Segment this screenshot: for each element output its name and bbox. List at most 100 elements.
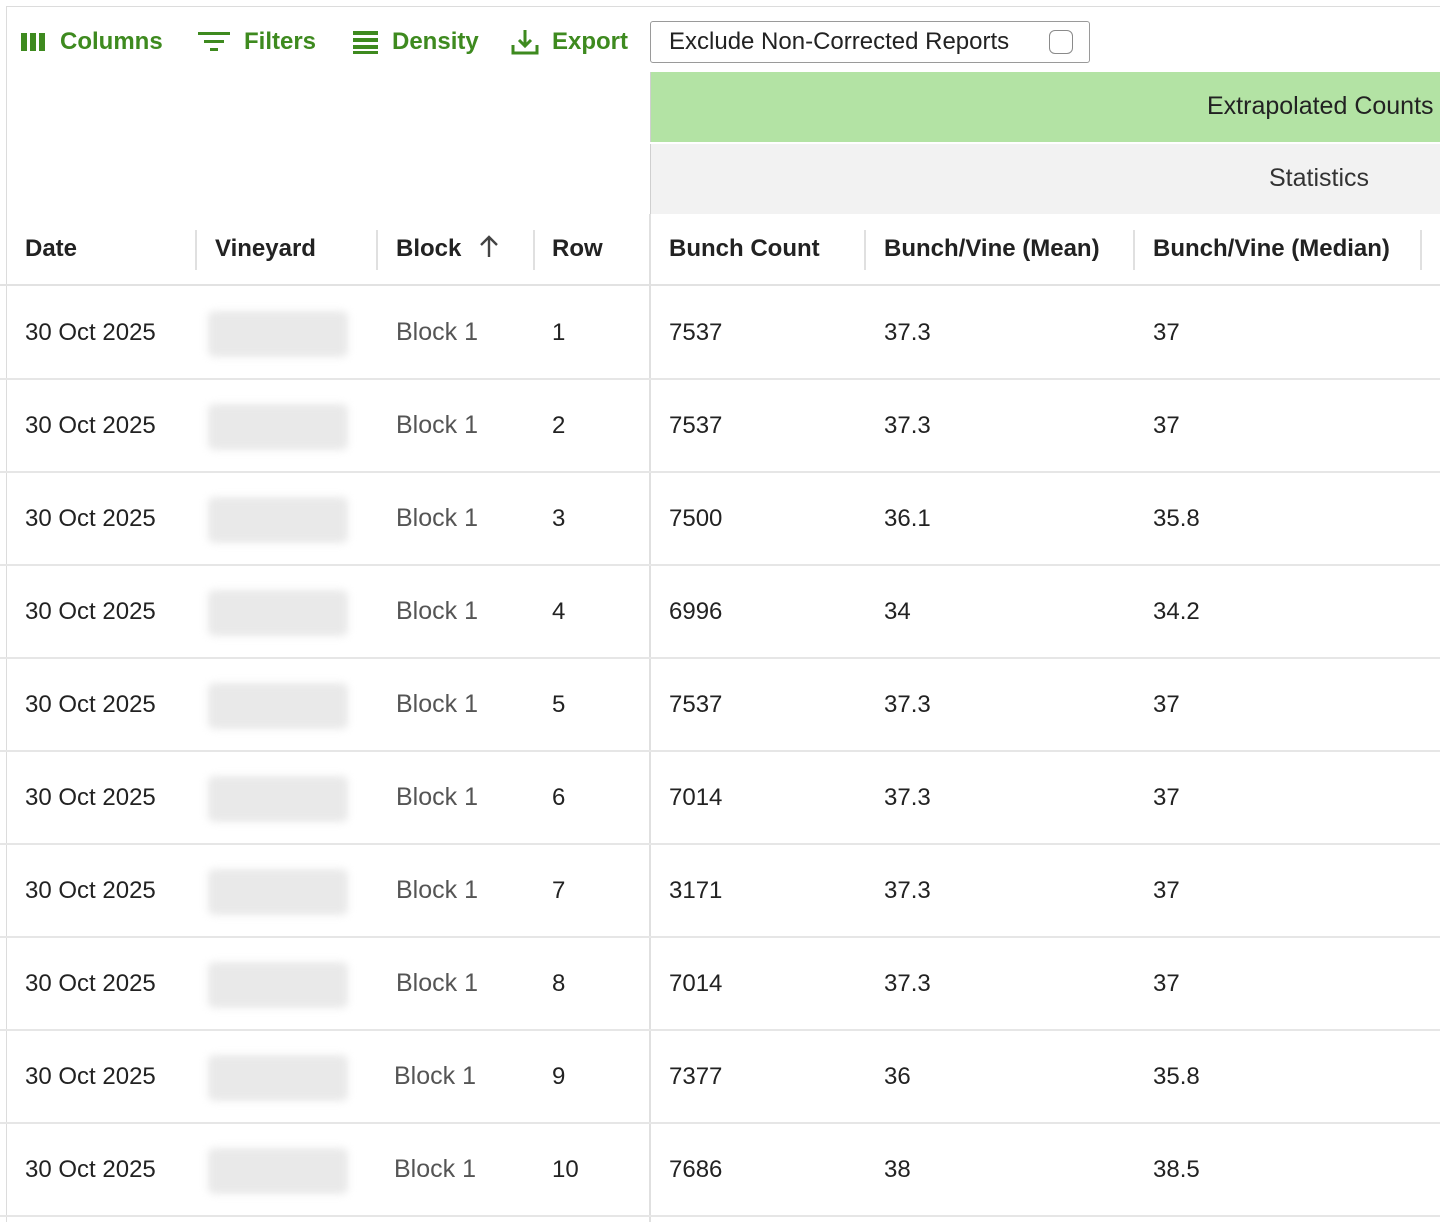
cell-mean: 34: [884, 597, 911, 625]
column-separator[interactable]: [376, 230, 378, 270]
redacted-vineyard: [208, 1148, 348, 1194]
redacted-vineyard: [208, 590, 348, 636]
column-header-row-label: Row: [552, 235, 603, 262]
cell-date: 30 Oct 2025: [25, 1062, 156, 1090]
redacted-vineyard: [208, 311, 348, 357]
density-label: Density: [392, 28, 479, 55]
redacted-vineyard: [208, 962, 348, 1008]
column-header-bunch-vine-median[interactable]: Bunch/Vine (Median): [1153, 214, 1390, 284]
sort-ascending-icon[interactable]: [477, 233, 501, 266]
column-header-bunch-count[interactable]: Bunch Count: [669, 214, 820, 284]
filters-button[interactable]: Filters: [196, 22, 316, 62]
cell-row: 5: [552, 690, 566, 718]
table-row[interactable]: 30 Oct 2025 Block 1 2 7537 37.3 37: [0, 380, 1440, 473]
cell-block: Block 1: [396, 318, 478, 346]
cell-bunch-count: 7537: [669, 411, 723, 439]
cell-row: 8: [552, 969, 566, 997]
cell-block: Block 1: [394, 1155, 476, 1183]
column-header-block[interactable]: Block: [396, 214, 501, 284]
cell-mean: 37.3: [884, 318, 931, 346]
column-separator[interactable]: [1420, 230, 1422, 270]
table-row[interactable]: 30 Oct 2025 Block 1 7 3171 37.3 37: [0, 845, 1440, 938]
cell-date: 30 Oct 2025: [25, 783, 156, 811]
grid-toolbar: Columns Filters Density Export Exclude N…: [0, 0, 1440, 72]
cell-block: Block 1: [396, 783, 478, 811]
table-row[interactable]: 30 Oct 2025 Block 1 5 7537 37.3 37: [0, 659, 1440, 752]
cell-date: 30 Oct 2025: [25, 504, 156, 532]
density-button[interactable]: Density: [352, 22, 479, 62]
table-row[interactable]: 30 Oct 2025 Block 1 4 6996 34 34.2: [0, 566, 1440, 659]
cell-bunch-count: 7377: [669, 1062, 723, 1090]
table-row[interactable]: 30 Oct 2025 Block 1 3 7500 36.1 35.8: [0, 473, 1440, 566]
column-header-bunch-vine-mean[interactable]: Bunch/Vine (Mean): [884, 214, 1100, 284]
columns-button[interactable]: Columns: [20, 22, 163, 62]
column-separator[interactable]: [195, 230, 197, 270]
cell-date: 30 Oct 2025: [25, 876, 156, 904]
cell-mean: 37.3: [884, 969, 931, 997]
cell-mean: 38: [884, 1155, 911, 1183]
cell-block: Block 1: [396, 969, 478, 997]
table-row[interactable]: 30 Oct 2025 Block 1 6 7014 37.3 37: [0, 752, 1440, 845]
cell-median: 37: [1153, 411, 1180, 439]
column-header-row[interactable]: Row: [552, 214, 603, 284]
cell-block: Block 1: [396, 411, 478, 439]
cell-date: 30 Oct 2025: [25, 690, 156, 718]
cell-mean: 36: [884, 1062, 911, 1090]
redacted-vineyard: [208, 683, 348, 729]
cell-row: 7: [552, 876, 566, 904]
cell-median: 35.8: [1153, 504, 1200, 532]
table-row[interactable]: 30 Oct 2025 Block 1 9 7377 36 35.8: [0, 1031, 1440, 1124]
cell-row: 4: [552, 597, 566, 625]
cell-bunch-count: 7537: [669, 690, 723, 718]
column-separator[interactable]: [1133, 230, 1135, 270]
exclude-checkbox[interactable]: [1049, 30, 1073, 54]
column-header-median-label: Bunch/Vine (Median): [1153, 235, 1390, 262]
cell-bunch-count: 7686: [669, 1155, 723, 1183]
group-header-extrapolated-counts: Extrapolated Counts: [650, 72, 1440, 142]
export-button[interactable]: Export: [510, 22, 628, 62]
cell-median: 37: [1153, 783, 1180, 811]
cell-median: 35.8: [1153, 1062, 1200, 1090]
cell-median: 37: [1153, 318, 1180, 346]
cell-date: 30 Oct 2025: [25, 411, 156, 439]
cell-row: 6: [552, 783, 566, 811]
cell-date: 30 Oct 2025: [25, 1155, 156, 1183]
table-row[interactable]: 30 Oct 2025 Block 1 10 7686 38 38.5: [0, 1124, 1440, 1217]
cell-median: 37: [1153, 690, 1180, 718]
cell-row: 9: [552, 1062, 566, 1090]
cell-mean: 37.3: [884, 783, 931, 811]
column-header-vineyard[interactable]: Vineyard: [215, 214, 316, 284]
table-row[interactable]: 30 Oct 2025 Block 1 8 7014 37.3 37: [0, 938, 1440, 1031]
columns-icon: [20, 31, 48, 53]
cell-bunch-count: 7500: [669, 504, 723, 532]
redacted-vineyard: [208, 404, 348, 450]
redacted-vineyard: [208, 497, 348, 543]
column-header-bunch-count-label: Bunch Count: [669, 235, 820, 262]
cell-row: 3: [552, 504, 566, 532]
column-header-vineyard-label: Vineyard: [215, 235, 316, 262]
column-separator[interactable]: [533, 230, 535, 270]
column-header-date[interactable]: Date: [25, 214, 77, 284]
cell-date: 30 Oct 2025: [25, 597, 156, 625]
columns-label: Columns: [60, 28, 163, 55]
cell-block: Block 1: [396, 876, 478, 904]
group-header-statistics-label: Statistics: [1269, 164, 1370, 192]
cell-mean: 37.3: [884, 411, 931, 439]
column-header-block-label: Block: [396, 235, 462, 262]
exclude-non-corrected-toggle[interactable]: Exclude Non-Corrected Reports: [650, 21, 1090, 63]
group-header-statistics: Statistics: [650, 144, 1440, 214]
filters-label: Filters: [244, 28, 317, 55]
group-header-extrapolated-label: Extrapolated Counts: [1207, 92, 1434, 120]
column-header-date-label: Date: [25, 235, 78, 262]
export-icon: [510, 27, 540, 57]
export-label: Export: [552, 28, 629, 55]
density-icon: [352, 29, 380, 55]
column-separator[interactable]: [864, 230, 866, 270]
cell-bunch-count: 6996: [669, 597, 723, 625]
cell-median: 34.2: [1153, 597, 1200, 625]
cell-bunch-count: 7537: [669, 318, 723, 346]
column-headers: Date Vineyard Block Row Bunch Count Bunc…: [0, 214, 1440, 286]
cell-bunch-count: 7014: [669, 783, 723, 811]
cell-median: 37: [1153, 969, 1180, 997]
table-row[interactable]: 30 Oct 2025 Block 1 1 7537 37.3 37: [0, 287, 1440, 380]
